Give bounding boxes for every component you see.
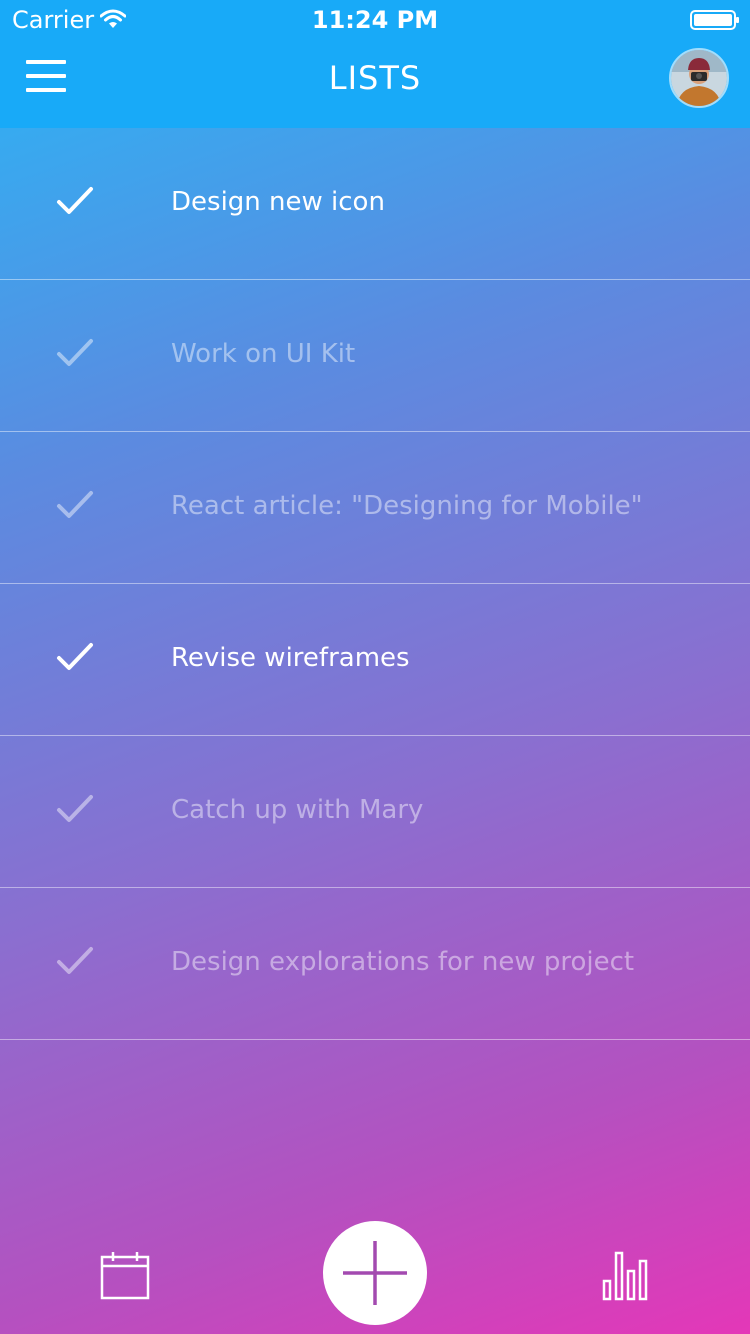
check-icon[interactable] xyxy=(56,337,94,369)
task-label: Catch up with Mary xyxy=(171,795,424,825)
task-row[interactable]: Design explorations for new project xyxy=(0,888,750,1040)
task-row[interactable]: Catch up with Mary xyxy=(0,736,750,888)
task-row[interactable]: React article: "Designing for Mobile" xyxy=(0,432,750,584)
check-icon[interactable] xyxy=(56,945,94,977)
battery-icon xyxy=(690,10,739,30)
task-row[interactable]: Work on UI Kit xyxy=(0,280,750,432)
task-label: Design new icon xyxy=(171,187,385,217)
task-row[interactable]: Revise wireframes xyxy=(0,584,750,736)
task-list: Design new icon Work on UI Kit React art… xyxy=(0,128,750,1040)
task-label: React article: "Designing for Mobile" xyxy=(171,491,643,521)
page-title: LISTS xyxy=(328,59,422,97)
bar-chart-icon[interactable] xyxy=(602,1251,648,1301)
avatar-photo-icon xyxy=(671,50,727,106)
task-label: Design explorations for new project xyxy=(171,947,635,977)
add-task-button[interactable] xyxy=(323,1221,427,1325)
user-avatar[interactable] xyxy=(669,48,729,108)
status-time: 11:24 PM xyxy=(311,6,439,34)
check-icon[interactable] xyxy=(56,793,94,825)
calendar-icon[interactable] xyxy=(100,1252,150,1300)
status-bar: Carrier 11:24 PM xyxy=(0,0,750,40)
plus-icon xyxy=(343,1241,407,1305)
task-label: Work on UI Kit xyxy=(171,339,356,369)
task-label: Revise wireframes xyxy=(171,643,410,673)
check-icon[interactable] xyxy=(56,185,94,217)
app-header: Carrier 11:24 PM LISTS xyxy=(0,0,750,128)
lists-screen: Carrier 11:24 PM LISTS Design new icon W… xyxy=(0,0,750,1334)
task-row[interactable]: Design new icon xyxy=(0,128,750,280)
check-icon[interactable] xyxy=(56,489,94,521)
check-icon[interactable] xyxy=(56,641,94,673)
